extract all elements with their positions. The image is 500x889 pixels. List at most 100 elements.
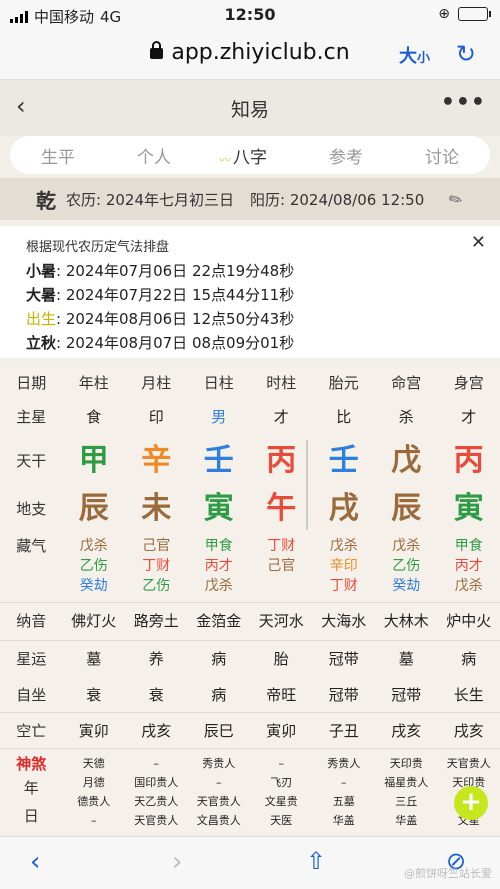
tab-cankao[interactable]: 参考 — [319, 143, 373, 168]
kongwang-cell: 戌亥 — [391, 722, 422, 740]
edit-pen-icon[interactable]: ✎ — [445, 188, 466, 211]
shensha-item: 天德 — [82, 757, 105, 770]
chevron-right-icon[interactable]: › — [172, 847, 182, 877]
star-cell: 比 — [336, 408, 352, 426]
shensha-item: – — [216, 776, 222, 789]
xingyun-cell: 墓 — [86, 650, 102, 668]
nayin-cell: 天河水 — [258, 612, 304, 630]
column-header: 日期 — [16, 374, 47, 392]
bazi-chart: 日期 年柱 月柱 日柱 时柱 胎元 命宫 身宫 主星 食 印 男 才 比 杀 才… — [0, 366, 500, 836]
stem-cell[interactable]: 壬 — [313, 438, 376, 484]
star-cell: 才 — [273, 408, 289, 426]
branch-cell[interactable]: 戌 — [313, 486, 376, 532]
zizuo-cell: 长生 — [453, 686, 484, 704]
column-header: 身宫 — [453, 374, 484, 392]
shensha-item: 五墓 — [332, 795, 355, 808]
column-header: 日柱 — [203, 374, 234, 392]
solar-term-value: : 2024年07月06日 22点19分48秒 — [56, 262, 295, 280]
shensha-label-cell: 神煞 年 日 — [0, 750, 63, 836]
solar-term-row: 出生: 2024年08月06日 12点50分43秒 — [26, 307, 500, 331]
branch-cell[interactable]: 寅 — [438, 486, 500, 532]
browser-toolbar: ‹ › ⇧ ⊘ @煎饼呀竺站长爱 — [0, 836, 500, 889]
gender-symbol: 乾 — [36, 188, 56, 213]
text-size-button[interactable]: 大小 — [399, 42, 430, 68]
hidden-stem-row: 藏气 戊杀 乙伤 癸劫 己官 丁财 乙伤 甲食 丙才 戊杀 丁财 己官 戊杀 辛… — [0, 536, 500, 598]
tab-bazi[interactable]: 八字 — [219, 143, 277, 168]
text-size-big: 大 — [398, 46, 417, 67]
tab-shengping[interactable]: 生平 — [31, 143, 85, 168]
hidden-stem: 辛印 — [329, 558, 358, 574]
tab-geren[interactable]: 个人 — [127, 143, 181, 168]
branch-cell[interactable]: 午 — [250, 486, 313, 532]
branch-cell[interactable]: 辰 — [375, 486, 438, 532]
page-title: 知易 — [230, 99, 269, 121]
stem-cell[interactable]: 丙 — [250, 438, 313, 484]
hidden-stem-cell: 戊杀 辛印 丁财 — [313, 536, 376, 598]
lunar-date: 农历: 2024年七月初三日 — [66, 190, 234, 209]
shensha-item: 秀贵人 — [327, 757, 361, 770]
solar-term-value: : 2024年08月06日 12点50分43秒 — [56, 310, 295, 328]
shensha-item: 文星贵 — [264, 795, 298, 808]
shensha-item: 文昌贵人 — [196, 814, 241, 827]
row-divider — [0, 602, 500, 603]
solar-terms-panel: 根据现代农历定气法排盘 小暑: 2024年07月06日 22点19分48秒 大暑… — [0, 226, 500, 358]
nayin-cell: 金箔金 — [196, 612, 242, 630]
browser-url-bar: app.zhiyiclub.cn 大小 ↻ — [0, 30, 500, 80]
kongwang-row: 空亡 寅卯 戌亥 辰巳 寅卯 子丑 戌亥 戌亥 — [0, 716, 500, 746]
stem-cell[interactable]: 丙 — [438, 438, 500, 484]
shensha-item: – — [278, 757, 285, 770]
text-size-small: 小 — [416, 51, 430, 66]
hidden-stem-cell: 甲食 丙才 戊杀 — [438, 536, 500, 598]
row-label: 空亡 — [16, 722, 47, 740]
xingyun-row: 星运 墓 养 病 胎 冠带 墓 病 — [0, 644, 500, 674]
solar-term-name: 小暑 — [26, 262, 57, 280]
star-cell: 印 — [148, 408, 164, 426]
xingyun-cell: 病 — [211, 650, 227, 668]
solar-term-row: 小暑: 2024年07月06日 22点19分48秒 — [26, 259, 500, 283]
branch-cell[interactable]: 寅 — [188, 486, 251, 532]
tab-taolun[interactable]: 讨论 — [415, 143, 469, 168]
hidden-stem-cell: 丁财 己官 — [250, 536, 313, 598]
hidden-stem-cell: 戊杀 乙伤 癸劫 — [63, 536, 126, 598]
row-label: 神煞 — [16, 755, 47, 773]
nayin-cell: 大林木 — [383, 612, 429, 630]
column-header: 命宫 — [391, 374, 422, 392]
column-header: 时柱 — [266, 374, 297, 392]
xingyun-cell: 墓 — [398, 650, 414, 668]
branch-cell[interactable]: 未 — [125, 486, 188, 532]
status-time: 12:50 — [224, 5, 276, 24]
star-cell: 食 — [86, 408, 102, 426]
xingyun-cell: 胎 — [273, 650, 289, 668]
shensha-item: 三丘 — [395, 795, 418, 808]
kongwang-cell: 戌亥 — [453, 722, 484, 740]
share-icon[interactable]: ⇧ — [306, 847, 326, 875]
row-label: 年 — [23, 779, 39, 797]
chevron-left-icon[interactable]: ‹ — [30, 847, 40, 877]
branch-cell[interactable]: 辰 — [63, 486, 126, 532]
close-icon[interactable]: ✕ — [471, 232, 486, 253]
stem-cell[interactable]: 壬 — [188, 438, 251, 484]
stem-cell[interactable]: 戊 — [375, 438, 438, 484]
xingyun-cell: 病 — [461, 650, 477, 668]
kongwang-cell: 子丑 — [328, 722, 359, 740]
shensha-cell: 天印贵 福星贵人 三丘 华盖 — [375, 750, 438, 836]
kongwang-cell: 寅卯 — [78, 722, 109, 740]
hidden-stem: 甲食 — [204, 538, 233, 554]
url-text: app.zhiyiclub.cn — [171, 40, 350, 65]
shensha-item: 天官贵人 — [446, 757, 491, 770]
row-label: 天干 — [16, 452, 47, 470]
zizuo-cell: 帝旺 — [266, 686, 297, 704]
more-icon[interactable]: ••• — [441, 90, 486, 115]
add-button[interactable]: + — [454, 786, 488, 820]
star-cell: 杀 — [398, 408, 414, 426]
birth-term-name: 出生 — [26, 310, 57, 328]
stem-cell[interactable]: 甲 — [63, 438, 126, 484]
star-cell: 男 — [211, 408, 227, 426]
reload-icon[interactable]: ↻ — [456, 40, 476, 68]
row-label: 日 — [23, 807, 39, 825]
shensha-item: 德贵人 — [77, 795, 111, 808]
stem-cell[interactable]: 辛 — [125, 438, 188, 484]
shensha-item: 国印贵人 — [134, 776, 179, 789]
hidden-stem: 乙伤 — [79, 558, 108, 574]
row-divider — [0, 748, 500, 749]
